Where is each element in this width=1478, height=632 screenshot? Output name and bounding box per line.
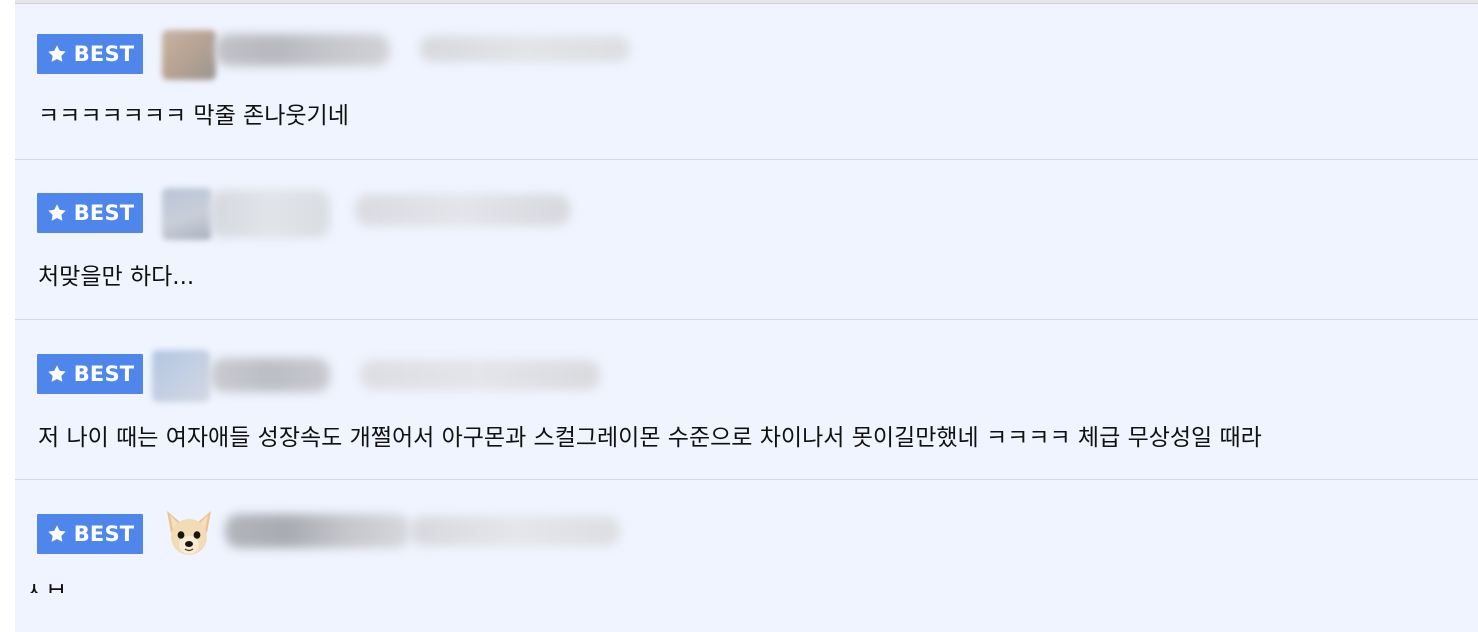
badge-label: BEST (73, 362, 135, 386)
badge-label: BEST (73, 42, 135, 66)
username-redacted[interactable] (210, 190, 330, 238)
best-badge: BEST (37, 193, 143, 233)
comment-item: BEST (15, 479, 1478, 632)
avatar[interactable] (162, 30, 216, 80)
comment-text: ㅅㅂ (23, 577, 68, 593)
dog-avatar-icon[interactable] (161, 507, 217, 559)
username-redacted[interactable] (225, 514, 410, 548)
avatar[interactable] (152, 350, 210, 402)
best-badge: BEST (37, 34, 143, 74)
badge-label: BEST (73, 522, 135, 546)
comment-text: 저 나이 때는 여자애들 성장속도 개쩔어서 아구몬과 스컬그레이몬 수준으로 … (38, 425, 1262, 451)
comment-item: BEST 저 나이 때는 여자애들 성장속도 개쩔어서 아구몬과 스컬그레이몬 … (15, 319, 1478, 479)
username-redacted[interactable] (210, 358, 330, 392)
best-badge: BEST (37, 514, 143, 554)
comment-text: ㅋㅋㅋㅋㅋㅋㅋ 막줄 존나웃기네 (38, 103, 349, 129)
best-badge: BEST (37, 354, 143, 394)
meta-redacted (355, 194, 570, 226)
best-comment-list: BEST ㅋㅋㅋㅋㅋㅋㅋ 막줄 존나웃기네 BEST 처맞을만 하다... BE… (15, 4, 1478, 632)
username-redacted[interactable] (215, 34, 390, 66)
comment-item: BEST 처맞을만 하다... (15, 159, 1478, 319)
star-icon (47, 365, 66, 382)
star-icon (47, 45, 66, 62)
meta-redacted (420, 36, 630, 62)
meta-redacted (410, 516, 620, 546)
meta-redacted (360, 360, 600, 390)
badge-label: BEST (73, 201, 135, 225)
star-icon (47, 204, 66, 221)
star-icon (47, 525, 66, 542)
comment-item: BEST ㅋㅋㅋㅋㅋㅋㅋ 막줄 존나웃기네 (15, 4, 1478, 164)
comment-text: 처맞을만 하다... (38, 264, 195, 290)
avatar[interactable] (162, 188, 212, 240)
